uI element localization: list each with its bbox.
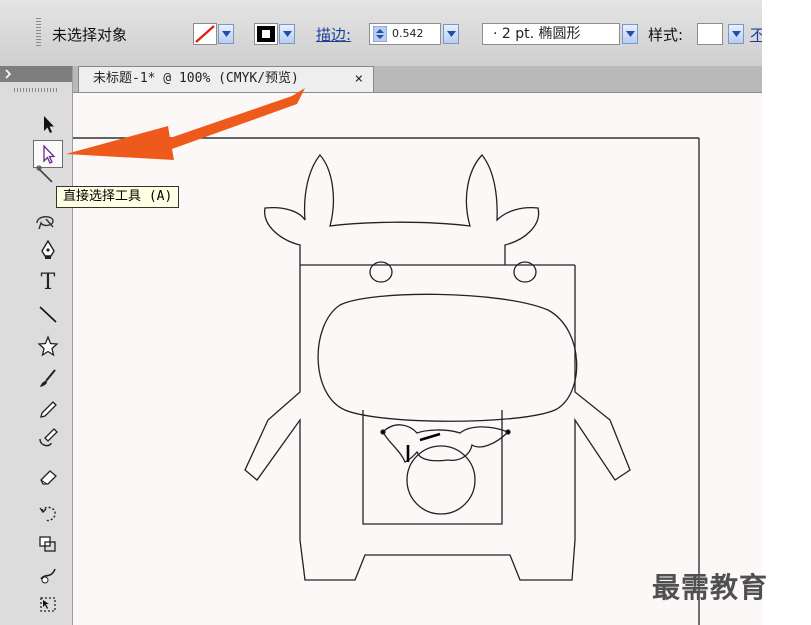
star-icon xyxy=(37,335,59,357)
chevron-down-icon xyxy=(221,31,231,37)
control-bar-grip[interactable] xyxy=(36,18,41,48)
stroke-panel-link[interactable]: 描边: xyxy=(316,24,351,45)
chevron-down-icon xyxy=(446,31,456,37)
fill-swatch[interactable] xyxy=(193,23,217,45)
type-tool[interactable]: T xyxy=(33,268,63,296)
chevron-down-icon xyxy=(625,31,635,37)
scale-icon xyxy=(39,536,56,552)
watermark: 最需教育 xyxy=(652,571,769,604)
direct-selection-tooltip: 直接选择工具 (A) xyxy=(56,186,180,208)
document-tab[interactable]: 未标题-1* @ 100% (CMYK/预览) × xyxy=(78,66,374,92)
stroke-dropdown-button[interactable] xyxy=(279,24,295,44)
blob-brush-icon xyxy=(39,428,58,447)
graphic-style-swatch[interactable] xyxy=(697,23,723,45)
rotate-icon xyxy=(39,506,56,522)
type-icon: T xyxy=(40,269,56,295)
brush-definition-field[interactable]: · 2 pt. 椭圆形 xyxy=(482,23,620,45)
line-icon xyxy=(39,306,57,323)
lasso-icon xyxy=(36,216,54,230)
blob-brush-tool[interactable] xyxy=(33,424,63,452)
warp-icon xyxy=(40,568,56,584)
document-tab-bar: 未标题-1* @ 100% (CMYK/预览) × xyxy=(0,66,762,93)
black-arrow-icon xyxy=(44,116,54,133)
brush-icon xyxy=(40,369,56,387)
stepper-icon[interactable] xyxy=(373,26,387,42)
stroke-weight-dropdown-button[interactable] xyxy=(443,24,459,44)
pen-tool[interactable] xyxy=(33,236,63,264)
stroke-swatch[interactable] xyxy=(254,23,278,45)
stroke-weight-value: 0.542 xyxy=(392,27,424,40)
eraser-tool[interactable] xyxy=(33,462,63,490)
magic-wand-tool[interactable] xyxy=(30,164,60,186)
rotate-tool[interactable] xyxy=(33,500,63,528)
overflow-link[interactable]: 不 xyxy=(750,24,762,44)
selection-status-label: 未选择对象 xyxy=(52,26,128,44)
lasso-tool[interactable] xyxy=(30,206,60,234)
line-tool[interactable] xyxy=(33,300,63,328)
cow-drawing[interactable] xyxy=(73,93,762,625)
chevron-down-icon xyxy=(282,31,292,37)
fill-dropdown-button[interactable] xyxy=(218,24,234,44)
close-tab-icon[interactable]: × xyxy=(355,67,363,91)
brush-definition-value: · 2 pt. 椭圆形 xyxy=(493,26,581,42)
pencil-tool[interactable] xyxy=(33,396,63,424)
tools-panel-grip[interactable] xyxy=(14,88,58,92)
stroke-color-icon xyxy=(257,26,275,42)
document-canvas[interactable] xyxy=(73,93,762,625)
tools-panel-header[interactable] xyxy=(0,66,72,82)
selection-tool[interactable] xyxy=(33,110,63,138)
collapse-icon[interactable] xyxy=(4,67,14,81)
paintbrush-tool[interactable] xyxy=(33,364,63,392)
free-transform-tool[interactable] xyxy=(33,590,63,618)
warp-tool[interactable] xyxy=(33,560,63,588)
eraser-icon xyxy=(40,470,57,485)
document-tab-title: 未标题-1* @ 100% (CMYK/预览) xyxy=(93,71,299,86)
pencil-icon xyxy=(40,401,57,418)
white-arrow-icon xyxy=(43,144,56,164)
none-fill-icon xyxy=(195,25,215,43)
style-label: 样式: xyxy=(648,26,684,44)
star-tool[interactable] xyxy=(33,332,63,360)
brush-dropdown-button[interactable] xyxy=(622,24,638,44)
chevron-down-icon xyxy=(731,31,741,37)
illustrator-window: 未选择对象 描边: 0.542 · 2 pt. 椭圆形 样式: 不 未标题-1*… xyxy=(0,0,762,625)
control-bar: 未选择对象 描边: 0.542 · 2 pt. 椭圆形 样式: 不 xyxy=(0,0,762,67)
pen-icon xyxy=(41,239,55,259)
style-dropdown-button[interactable] xyxy=(728,24,744,44)
free-transform-icon xyxy=(40,597,56,612)
scale-tool[interactable] xyxy=(33,530,63,558)
stroke-weight-field[interactable]: 0.542 xyxy=(369,23,441,45)
magic-wand-icon xyxy=(36,165,53,183)
